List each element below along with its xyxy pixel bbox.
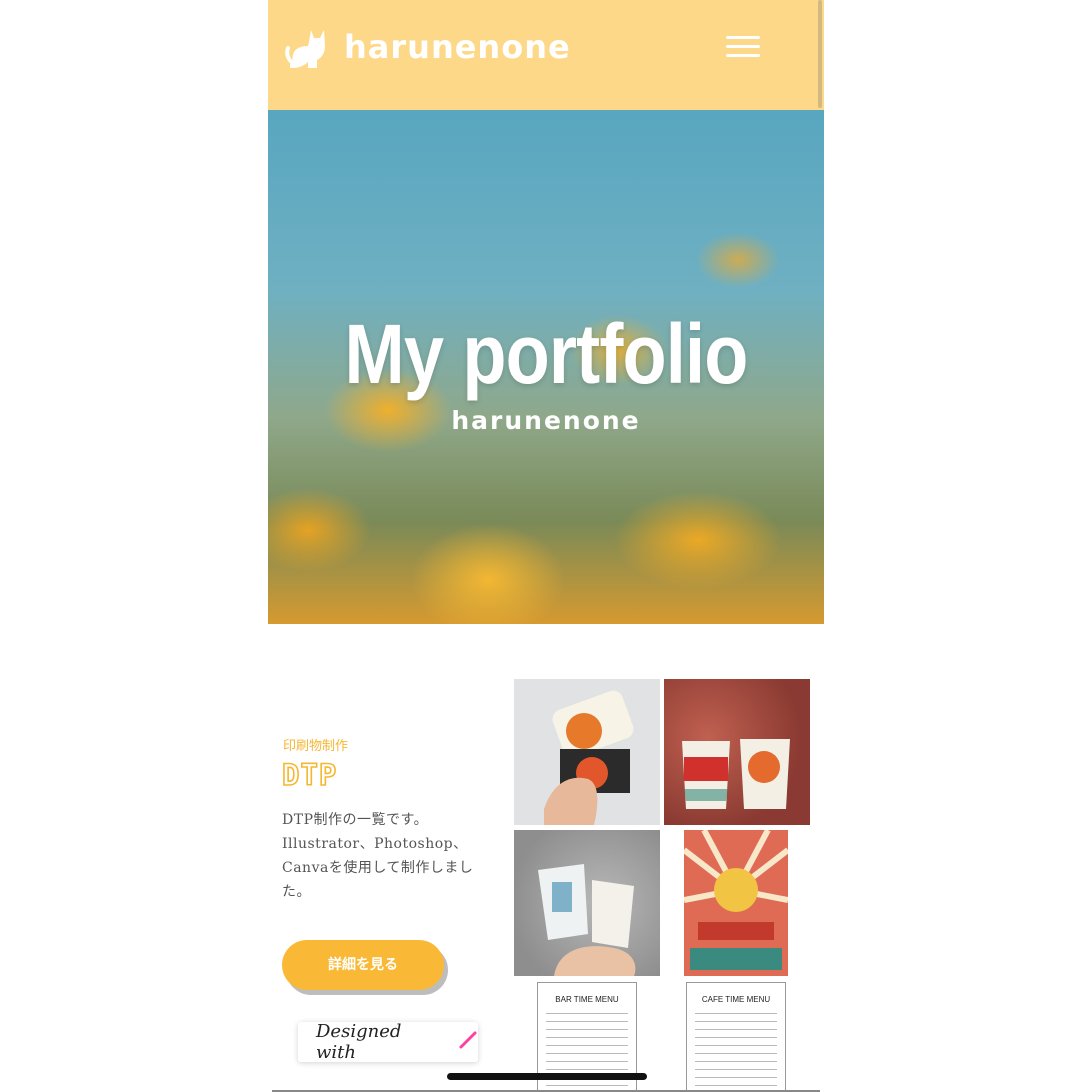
cafe-menu-title: CAFE TIME MENU xyxy=(701,995,771,1004)
section-description: DTP制作の一覧です。Illustrator、Photoshop、Canvaを使… xyxy=(282,812,474,900)
home-indicator[interactable] xyxy=(447,1073,647,1080)
hamburger-menu-button[interactable] xyxy=(724,34,764,62)
hero-title: My portfolio xyxy=(344,307,749,401)
hamburger-menu-icon xyxy=(726,36,760,39)
menu-lines xyxy=(695,1013,777,1091)
gallery-image-poster[interactable] xyxy=(684,830,788,976)
designed-with-badge[interactable]: Designed with xyxy=(298,1021,478,1063)
hero-subtitle: harunenone xyxy=(451,406,641,435)
gallery-image-cups[interactable] xyxy=(664,679,810,825)
bar-menu-title: BAR TIME MENU xyxy=(555,995,619,1004)
hamburger-menu-icon-line xyxy=(726,45,760,48)
scrollbar[interactable] xyxy=(818,0,822,108)
view-details-button[interactable]: 詳細を見る xyxy=(282,940,444,990)
site-header: harunenone xyxy=(268,0,824,110)
section-label: 印刷物制作 xyxy=(283,739,349,754)
hero-banner: My portfolio harunenone xyxy=(268,110,824,624)
cat-icon xyxy=(284,24,330,70)
designed-with-text: Designed with xyxy=(316,1021,402,1063)
page: harunenone My portfolio harunenone 印刷物制作… xyxy=(268,0,824,1092)
pen-icon xyxy=(458,1030,478,1054)
home-logo-link[interactable]: harunenone xyxy=(284,24,571,70)
gallery-image-paper-cups[interactable] xyxy=(514,830,660,976)
brand-name: harunenone xyxy=(344,28,571,66)
section-title: DTP xyxy=(281,757,338,793)
gallery-image-cafe-menu[interactable]: CAFE TIME MENU xyxy=(686,982,786,1092)
hamburger-menu-icon-line xyxy=(726,54,760,57)
gallery-image-package[interactable] xyxy=(514,679,660,825)
